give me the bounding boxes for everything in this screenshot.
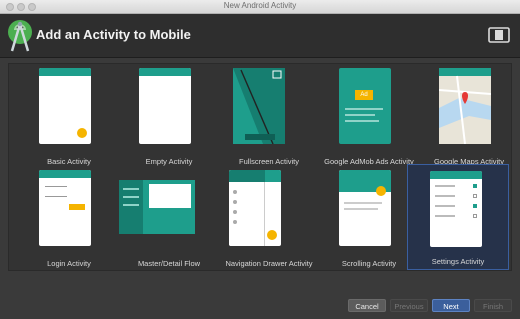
finish-button[interactable]: Finish <box>474 299 512 312</box>
template-card-admob-activity[interactable]: Ad Google AdMob Ads Activity <box>319 66 419 170</box>
template-label: Master/Detail Flow <box>137 259 201 268</box>
template-label: Basic Activity <box>47 157 91 166</box>
password-field-line <box>45 196 67 197</box>
cancel-button[interactable]: Cancel <box>348 299 386 312</box>
template-card-navigation-drawer-activity[interactable]: Navigation Drawer Activity <box>219 168 319 272</box>
text-line <box>345 120 379 122</box>
text-line <box>344 208 378 210</box>
admob-activity-preview: Ad <box>339 68 391 144</box>
ad-badge: Ad <box>355 90 373 100</box>
template-card-settings-activity[interactable]: Settings Activity <box>407 164 509 270</box>
window-title: New Android Activity <box>223 1 297 10</box>
app-bar <box>430 171 482 179</box>
empty-activity-preview <box>139 68 191 144</box>
template-label: Settings Activity <box>431 257 485 266</box>
template-card-login-activity[interactable]: Login Activity <box>19 168 119 272</box>
template-card-empty-activity[interactable]: Empty Activity <box>119 66 219 170</box>
template-label: Login Activity <box>47 259 91 268</box>
dialog-header: Add an Activity to Mobile <box>0 14 520 58</box>
app-bar <box>39 170 91 178</box>
login-activity-preview <box>39 170 91 246</box>
dialog-footer: Cancel Previous Next Finish <box>0 271 520 319</box>
navigation-drawer-preview <box>229 170 281 246</box>
template-card-fullscreen-activity[interactable]: Fullscreen Activity <box>219 66 319 170</box>
fab-icon <box>267 230 277 240</box>
template-label: Navigation Drawer Activity <box>225 259 313 268</box>
master-detail-preview <box>119 180 195 234</box>
template-card-basic-activity[interactable]: Basic Activity <box>19 66 119 170</box>
login-button-preview <box>69 204 85 210</box>
maps-activity-preview <box>439 68 491 144</box>
android-studio-logo-icon <box>8 20 32 52</box>
drawer-panel <box>229 170 265 246</box>
template-card-master-detail-flow[interactable]: Master/Detail Flow <box>119 168 219 272</box>
fab-icon <box>77 128 87 138</box>
settings-activity-preview <box>430 171 482 247</box>
text-line <box>344 202 382 204</box>
template-card-maps-activity[interactable]: Google Maps Activity <box>419 66 519 170</box>
basic-activity-preview <box>39 68 91 144</box>
device-form-factor-icon <box>488 27 510 43</box>
text-line <box>345 114 375 116</box>
window-titlebar: New Android Activity <box>0 0 520 14</box>
previous-button[interactable]: Previous <box>390 299 428 312</box>
app-bar <box>139 68 191 76</box>
dialog-title: Add an Activity to Mobile <box>36 27 191 42</box>
next-button[interactable]: Next <box>432 299 470 312</box>
fullscreen-activity-preview <box>233 68 285 144</box>
fab-icon <box>376 186 386 196</box>
scrolling-activity-preview <box>339 170 391 246</box>
template-label: Fullscreen Activity <box>238 157 300 166</box>
app-bar <box>39 68 91 76</box>
activity-template-grid: Basic Activity Empty Activity Fullscreen… <box>8 63 512 271</box>
template-label: Empty Activity <box>145 157 193 166</box>
email-field-line <box>45 186 67 187</box>
text-line <box>345 108 383 110</box>
